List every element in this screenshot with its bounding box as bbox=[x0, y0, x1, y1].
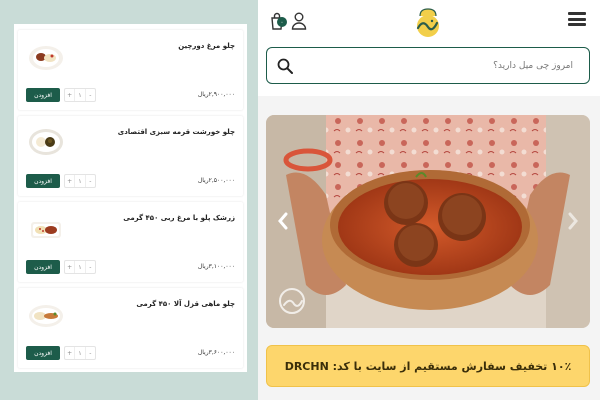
product-card[interactable]: زرشک پلو با مرغ ربی ۴۵۰ گرمی ۳,۱۰۰,۰۰۰ری… bbox=[18, 202, 243, 282]
quantity-stepper[interactable]: + ۱ - bbox=[64, 260, 96, 274]
site-logo[interactable] bbox=[408, 6, 448, 38]
increase-button[interactable]: + bbox=[65, 175, 76, 187]
product-card[interactable]: چلو خورشت قرمه سبزی اقتصادی ۲,۵۰۰,۰۰۰ریا… bbox=[18, 116, 243, 196]
decrease-button[interactable]: - bbox=[86, 89, 95, 101]
site-header: ۰ bbox=[258, 0, 600, 96]
product-name: چلو خورشت قرمه سبزی اقتصادی bbox=[117, 128, 235, 136]
search-box[interactable] bbox=[266, 47, 590, 84]
decrease-button[interactable]: - bbox=[86, 175, 95, 187]
product-list-panel: چلو مرغ دورچین ۲,۹۰۰,۰۰۰ریال افزودن + ۱ … bbox=[14, 24, 247, 372]
decrease-button[interactable]: - bbox=[86, 261, 95, 273]
add-to-cart-button[interactable]: افزودن bbox=[26, 260, 60, 274]
product-name: زرشک پلو با مرغ ربی ۴۵۰ گرمی bbox=[123, 214, 235, 222]
quantity-stepper[interactable]: + ۱ - bbox=[64, 346, 96, 360]
search-icon[interactable] bbox=[277, 58, 293, 74]
hero-banner[interactable] bbox=[266, 115, 590, 328]
quantity-value: ۱ bbox=[75, 347, 86, 359]
add-to-cart-button[interactable]: افزودن bbox=[26, 174, 60, 188]
dish-barberry-rice-icon bbox=[28, 216, 64, 244]
product-price: ۲,۹۰۰,۰۰۰ریال bbox=[197, 91, 235, 98]
increase-button[interactable]: + bbox=[65, 347, 76, 359]
hamburger-icon[interactable] bbox=[568, 12, 586, 26]
quantity-value: ۱ bbox=[75, 89, 86, 101]
increase-button[interactable]: + bbox=[65, 89, 76, 101]
quantity-stepper[interactable]: + ۱ - bbox=[64, 174, 96, 188]
product-card[interactable]: چلو مرغ دورچین ۲,۹۰۰,۰۰۰ریال افزودن + ۱ … bbox=[18, 30, 243, 110]
product-name: چلو ماهی قزل آلا ۴۵۰ گرمی bbox=[136, 300, 235, 308]
product-card[interactable]: چلو ماهی قزل آلا ۴۵۰ گرمی ۳,۶۰۰,۰۰۰ریال … bbox=[18, 288, 243, 368]
increase-button[interactable]: + bbox=[65, 261, 76, 273]
carousel-prev-icon[interactable] bbox=[276, 211, 290, 231]
product-price: ۳,۱۰۰,۰۰۰ریال bbox=[197, 263, 235, 270]
cart-icon[interactable]: ۰ bbox=[270, 12, 287, 30]
product-price: ۳,۶۰۰,۰۰۰ریال bbox=[197, 349, 235, 356]
decrease-button[interactable]: - bbox=[86, 347, 95, 359]
search-input[interactable] bbox=[293, 60, 579, 71]
product-name: چلو مرغ دورچین bbox=[178, 42, 235, 50]
product-price: ۲,۵۰۰,۰۰۰ریال bbox=[197, 177, 235, 184]
promo-banner: ۱۰٪ تخفیف سفارش مستقیم از سایت با کد: DR… bbox=[266, 345, 590, 387]
quantity-stepper[interactable]: + ۱ - bbox=[64, 88, 96, 102]
site-panel: ۰ امروز چی میل دارید؟ ۱۰٪ تخفیف سفارش مس… bbox=[258, 0, 600, 400]
quantity-value: ۱ bbox=[75, 261, 86, 273]
quantity-value: ۱ bbox=[75, 175, 86, 187]
add-to-cart-button[interactable]: افزودن bbox=[26, 346, 60, 360]
dish-stew-icon bbox=[28, 128, 64, 156]
add-to-cart-button[interactable]: افزودن bbox=[26, 88, 60, 102]
dish-chicken-icon bbox=[28, 44, 64, 72]
cart-count-badge: ۰ bbox=[277, 17, 287, 27]
dish-fish-icon bbox=[28, 302, 64, 330]
user-icon[interactable] bbox=[291, 12, 307, 30]
carousel-next-icon[interactable] bbox=[566, 211, 580, 231]
